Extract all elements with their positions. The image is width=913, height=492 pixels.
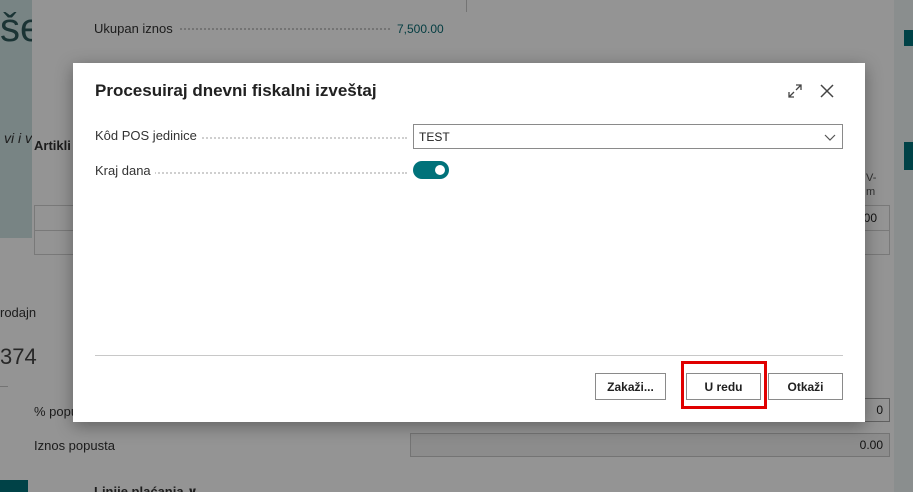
pos-unit-label: Kôd POS jedinice: [95, 128, 201, 143]
pos-unit-row: Kôd POS jedinice TEST: [95, 124, 843, 149]
end-of-day-row: Kraj dana: [95, 159, 842, 183]
schedule-button[interactable]: Zakaži...: [595, 373, 666, 400]
toggle-knob: [435, 165, 445, 175]
end-of-day-label: Kraj dana: [95, 163, 155, 178]
close-icon[interactable]: [816, 80, 838, 102]
pos-unit-select[interactable]: TEST: [413, 124, 843, 149]
end-of-day-toggle[interactable]: [413, 161, 449, 179]
ok-button[interactable]: U redu: [686, 373, 761, 400]
pos-unit-value: TEST: [419, 130, 450, 144]
cancel-button[interactable]: Otkaži: [768, 373, 843, 400]
chevron-down-icon: [824, 131, 836, 146]
fiscal-report-dialog: Procesuiraj dnevni fiskalni izveštaj Kôd…: [73, 63, 865, 422]
expand-icon[interactable]: [784, 80, 806, 102]
dialog-title: Procesuiraj dnevni fiskalni izveštaj: [95, 81, 377, 100]
footer-divider: [95, 355, 843, 356]
